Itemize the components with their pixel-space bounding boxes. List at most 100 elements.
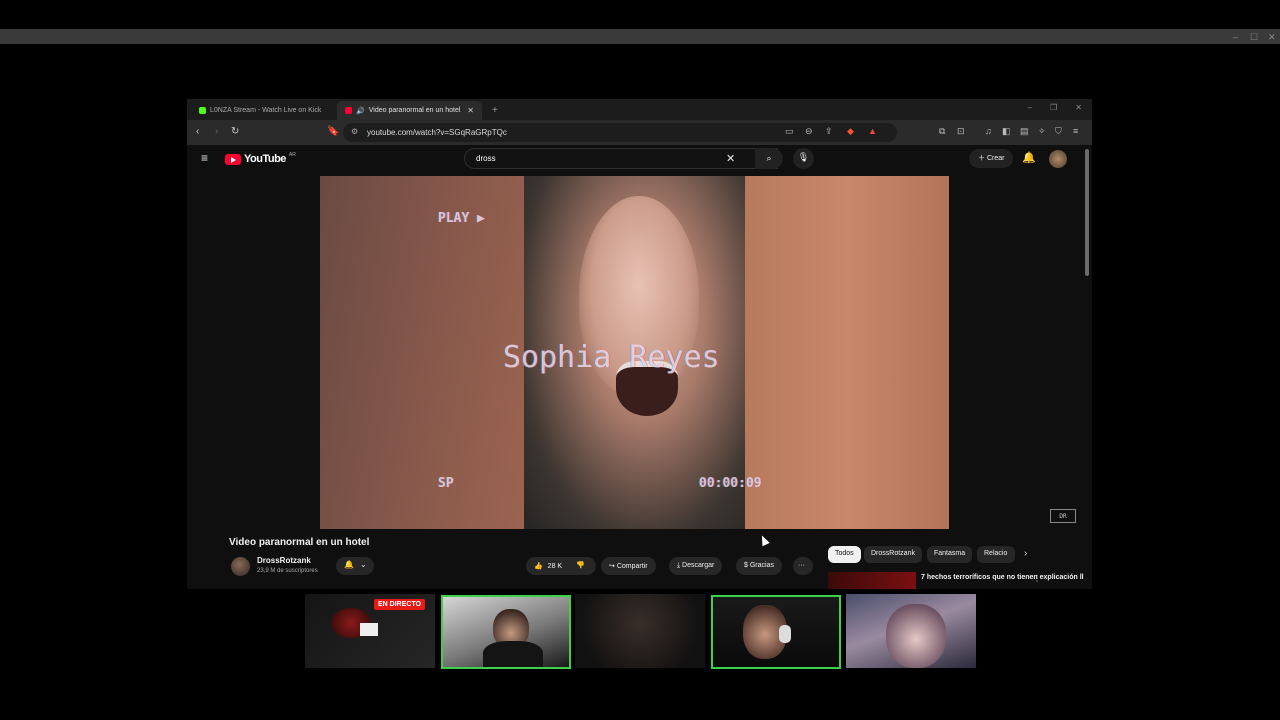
bookmark-icon[interactable]: 🔖 (327, 126, 339, 137)
zoom-icon[interactable]: ⊖ (805, 126, 813, 137)
tab-youtube-video[interactable]: 🔊 Video paranormal en un hotel ✕ (337, 101, 482, 120)
page-scrollbar[interactable] (1085, 149, 1089, 276)
address-bar-row: ‹ › ↻ 🔖 ⚙ youtube.com/watch?v=SGqRaGRpTQ… (187, 120, 1092, 145)
chips-next-icon[interactable]: › (1024, 548, 1027, 559)
channel-name[interactable]: DrossRotzank (257, 556, 311, 565)
tab-bar: L0NZA Stream - Watch Live on Kick 🔊 Vide… (187, 99, 1092, 120)
back-icon[interactable]: ‹ (196, 126, 199, 137)
voice-search-button[interactable]: 🎙 (793, 148, 814, 169)
outer-maximize-button[interactable]: ☐ (1250, 32, 1258, 43)
video-title: Video paranormal en un hotel (229, 537, 370, 548)
download-button[interactable]: ⤓ Descargar (669, 557, 723, 575)
youtube-header: ≡ YouTube AR dross ✕ ⌕ 🎙 ＋ Crear 🔔 (187, 145, 1092, 174)
webcam-feed-3 (711, 595, 841, 669)
sidebar-icon[interactable]: ◧ (1002, 126, 1011, 137)
search-input[interactable]: dross ✕ (464, 148, 778, 169)
vpn-icon[interactable]: ⛉ (1055, 126, 1062, 137)
chevron-down-icon: ⌄ (359, 560, 367, 569)
webcam-feed-1 (441, 595, 571, 669)
share-icon[interactable]: ⇪ (825, 126, 833, 137)
search-button[interactable]: ⌕ (755, 148, 783, 169)
mic-icon: 🎙 (797, 152, 810, 162)
translate-icon[interactable]: ⊡ (957, 126, 965, 137)
video-player[interactable]: Sophia Reyes PLAY ▶ SP 00:00:09 (320, 176, 949, 529)
vhs-sp-overlay: SP (438, 476, 454, 491)
close-window-button[interactable]: ✕ (1075, 103, 1082, 112)
live-badge: EN DIRECTO (374, 599, 426, 610)
tab-close-icon[interactable]: ✕ (467, 106, 474, 115)
video-frame-left (320, 176, 524, 529)
youtube-logo[interactable]: YouTube AR (225, 152, 296, 165)
media-icon[interactable]: ♫ (985, 126, 992, 136)
outer-close-button[interactable]: ✕ (1268, 32, 1276, 43)
dislike-icon[interactable]: 👎 (576, 561, 585, 569)
brave-shield-icon[interactable]: ◆ (847, 126, 854, 137)
chip-all[interactable]: Todos (828, 546, 861, 563)
recommended-menu-icon[interactable]: ⋮ (1033, 574, 1041, 583)
outer-window-titlebar (0, 29, 1280, 44)
thanks-button[interactable]: $ Gracias (736, 557, 782, 575)
chip-related[interactable]: Relacio (977, 546, 1015, 563)
hamburger-icon[interactable]: ≡ (201, 151, 208, 165)
thanks-label: Gracias (749, 562, 774, 569)
kick-favicon-icon (199, 107, 206, 114)
forward-icon[interactable]: › (215, 126, 218, 137)
chip-ghost[interactable]: Fantasma (927, 546, 973, 563)
site-info-icon[interactable]: ⚙ (351, 127, 358, 136)
share-arrow-icon: ↪ (609, 563, 617, 570)
url-text: youtube.com/watch?v=SGqRaGRpTQc (367, 128, 507, 137)
tab-label: Video paranormal en un hotel (368, 107, 461, 114)
minimize-button[interactable]: – (1028, 103, 1032, 112)
create-label: Crear (986, 155, 1005, 162)
notifications-bell-icon[interactable]: 🔔 (1022, 151, 1036, 164)
recommended-title[interactable]: 7 hechos terroríficos que no tienen expl… (921, 574, 1084, 581)
webcam-feed-4 (846, 594, 976, 668)
outer-minimize-button[interactable]: – (1233, 32, 1238, 42)
more-actions-button[interactable]: ··· (793, 557, 813, 575)
region-code: AR (288, 152, 296, 158)
extensions-icon[interactable]: ⧉ (939, 126, 945, 137)
clear-search-icon[interactable]: ✕ (726, 152, 735, 165)
plus-icon: ＋ (978, 155, 987, 162)
like-dislike-group: 👍 28 K 👎 (526, 557, 596, 575)
channel-watermark[interactable]: DR (1050, 509, 1076, 523)
webcam-feed-2 (575, 594, 705, 668)
recommended-thumbnail[interactable] (828, 572, 916, 589)
window-controls: – ❐ ✕ (1028, 103, 1082, 112)
reload-icon[interactable]: ↻ (231, 126, 239, 137)
subscriber-count: 23,9 M de suscriptores (257, 568, 318, 574)
restore-button[interactable]: ❐ (1050, 103, 1057, 112)
like-icon[interactable]: 👍 (534, 563, 543, 570)
vhs-name-overlay: Sophia Reyes (503, 340, 720, 375)
channel-avatar[interactable] (231, 557, 250, 576)
headphones-icon (779, 625, 791, 643)
youtube-play-icon (225, 153, 241, 165)
leo-icon[interactable]: ✧ (1038, 126, 1046, 137)
youtube-favicon-icon (345, 107, 352, 114)
new-tab-button[interactable]: + (484, 101, 504, 120)
speaker-icon: 🔊 (356, 107, 365, 115)
screen-share-icon (360, 623, 378, 636)
person-4 (886, 604, 946, 668)
like-count[interactable]: 28 K (548, 563, 562, 570)
subscription-bell-button[interactable]: 🔔 ⌄ (336, 557, 374, 575)
cast-icon[interactable]: ▭ (785, 126, 794, 137)
tab-kick-stream[interactable]: L0NZA Stream - Watch Live on Kick (191, 101, 336, 120)
person-1-body (483, 641, 543, 667)
share-button[interactable]: ↪ Compartir (601, 557, 656, 575)
brave-rewards-icon[interactable]: ▲ (868, 126, 877, 136)
url-field[interactable]: ⚙ youtube.com/watch?v=SGqRaGRpTQc (343, 123, 897, 142)
video-frame-right (745, 176, 949, 529)
share-label: Compartir (616, 563, 648, 570)
create-button[interactable]: ＋ Crear (969, 149, 1014, 168)
vhs-play-overlay: PLAY ▶ (438, 211, 485, 226)
youtube-logo-text: YouTube (244, 153, 286, 165)
chip-channel[interactable]: DrossRotzank (864, 546, 922, 563)
vhs-timecode-overlay: 00:00:09 (699, 476, 762, 491)
bell-icon: 🔔 (344, 560, 354, 569)
wallet-icon[interactable]: ▤ (1020, 126, 1029, 137)
search-value: dross (476, 154, 496, 163)
account-avatar[interactable] (1049, 150, 1067, 168)
menu-icon[interactable]: ≡ (1073, 126, 1078, 136)
download-label: Descargar (682, 562, 715, 569)
